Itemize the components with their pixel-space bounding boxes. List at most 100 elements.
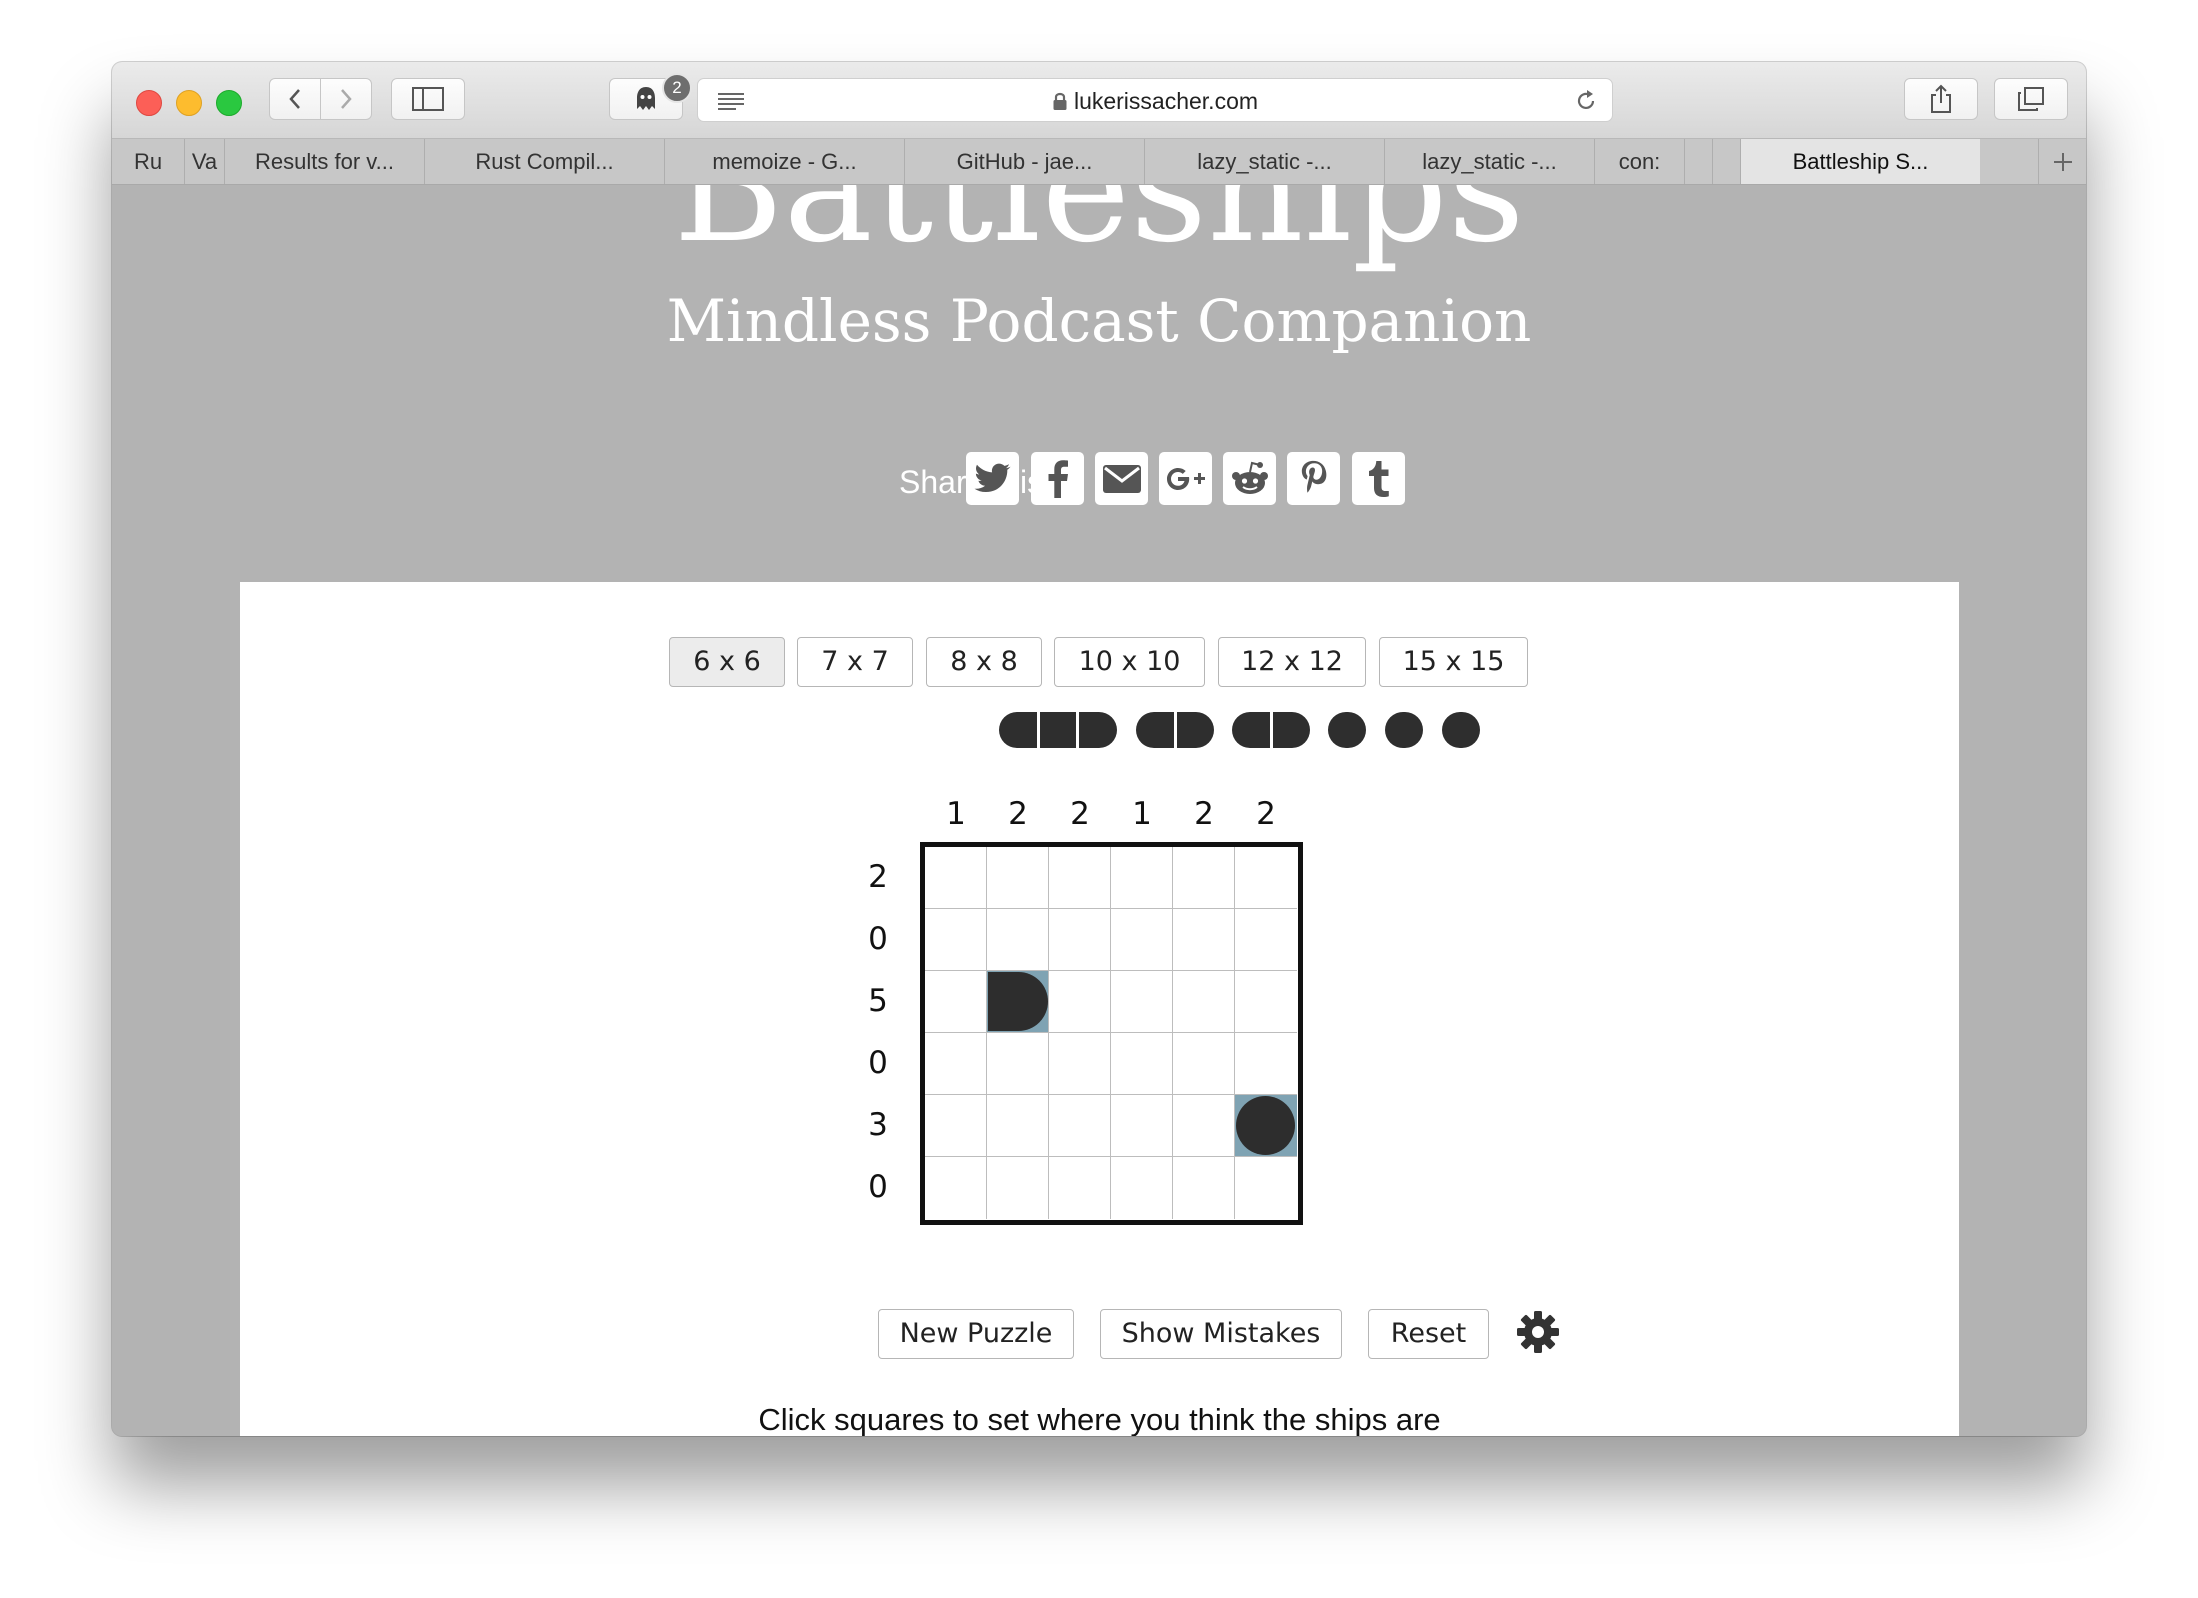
row-count: 2 bbox=[868, 859, 888, 895]
tab-bar: Ru Va Results for v... Rust Compil... me… bbox=[112, 139, 2086, 185]
reddit-icon bbox=[1231, 461, 1268, 494]
forward-button[interactable] bbox=[320, 78, 372, 120]
grid-cell[interactable] bbox=[1111, 1157, 1173, 1219]
browser-toolbar: 2 lukerissacher.com bbox=[112, 62, 2086, 139]
gear-icon[interactable] bbox=[1515, 1309, 1561, 1355]
row-count: 0 bbox=[868, 1169, 888, 1205]
tab-label: con: bbox=[1618, 149, 1661, 174]
reload-icon[interactable] bbox=[1574, 89, 1598, 113]
grid-cell[interactable] bbox=[1173, 1157, 1235, 1219]
share-email-button[interactable] bbox=[1095, 452, 1148, 505]
reset-button[interactable]: Reset bbox=[1368, 1309, 1489, 1359]
pinterest-icon bbox=[1301, 460, 1326, 492]
size-15x15-button[interactable]: 15 x 15 bbox=[1379, 637, 1528, 687]
share-reddit-button[interactable] bbox=[1223, 452, 1276, 505]
grid-cell[interactable] bbox=[1173, 847, 1235, 909]
tab[interactable]: Rust Compil... bbox=[424, 139, 664, 184]
grid-cell[interactable] bbox=[925, 1095, 987, 1157]
grid-cell[interactable] bbox=[1049, 847, 1111, 909]
share-page-button[interactable] bbox=[1904, 78, 1978, 120]
grid-cell[interactable] bbox=[987, 1095, 1049, 1157]
fleet-ship-length-2 bbox=[1232, 712, 1310, 748]
column-count: 1 bbox=[1132, 796, 1152, 832]
tab[interactable]: lazy_static -... bbox=[1144, 139, 1384, 184]
grid-cell[interactable] bbox=[1235, 909, 1297, 971]
grid-cell[interactable] bbox=[1173, 1095, 1235, 1157]
share-pinterest-button[interactable] bbox=[1287, 452, 1340, 505]
address-url: lukerissacher.com bbox=[1073, 88, 1259, 114]
grid-cell[interactable] bbox=[925, 1033, 987, 1095]
grid-cell[interactable] bbox=[1049, 1157, 1111, 1219]
tabs-overview-icon bbox=[2018, 87, 2044, 111]
grid-cell[interactable] bbox=[1235, 1157, 1297, 1219]
tab[interactable]: con: bbox=[1594, 139, 1684, 184]
grid-cell[interactable] bbox=[925, 1157, 987, 1219]
grid-cell[interactable] bbox=[1173, 1033, 1235, 1095]
tab[interactable]: memoize - G... bbox=[664, 139, 904, 184]
tab[interactable] bbox=[1684, 139, 1712, 184]
tab[interactable]: lazy_static -... bbox=[1384, 139, 1594, 184]
new-puzzle-button[interactable]: New Puzzle bbox=[878, 1309, 1074, 1359]
size-6x6-button[interactable]: 6 x 6 bbox=[669, 637, 785, 687]
row-count: 0 bbox=[868, 1045, 888, 1081]
tab[interactable]: Va bbox=[184, 139, 224, 184]
show-tabs-button[interactable] bbox=[1994, 78, 2068, 120]
size-7x7-button[interactable]: 7 x 7 bbox=[797, 637, 913, 687]
column-count: 2 bbox=[1070, 796, 1090, 832]
tab[interactable]: Results for v... bbox=[224, 139, 424, 184]
fleet-ship-length-1 bbox=[1328, 712, 1366, 748]
grid-cell[interactable] bbox=[1173, 909, 1235, 971]
grid-cell[interactable] bbox=[925, 909, 987, 971]
ghostery-extension-button[interactable]: 2 bbox=[609, 73, 692, 120]
size-12x12-button[interactable]: 12 x 12 bbox=[1218, 637, 1366, 687]
grid-cell[interactable] bbox=[1173, 971, 1235, 1033]
sidebar-toggle-button[interactable] bbox=[391, 78, 465, 120]
instructions-text: Click squares to set where you think the… bbox=[758, 1402, 1441, 1436]
grid-cell[interactable] bbox=[1111, 1095, 1173, 1157]
grid-cell[interactable] bbox=[1049, 1033, 1111, 1095]
grid-cell[interactable] bbox=[1235, 847, 1297, 909]
site-subtitle: Mindless Podcast Companion bbox=[666, 287, 1532, 355]
grid-cell[interactable] bbox=[1111, 971, 1173, 1033]
size-10x10-button[interactable]: 10 x 10 bbox=[1054, 637, 1205, 687]
close-window-button[interactable] bbox=[136, 90, 162, 116]
column-count: 2 bbox=[1194, 796, 1214, 832]
column-count: 1 bbox=[946, 796, 966, 832]
grid-cell[interactable] bbox=[1111, 847, 1173, 909]
tab[interactable]: GitHub - jae... bbox=[904, 139, 1144, 184]
grid-cell[interactable] bbox=[1049, 1095, 1111, 1157]
tab-label: Ru bbox=[133, 149, 163, 174]
grid-cell[interactable] bbox=[925, 847, 987, 909]
new-tab-button[interactable] bbox=[2038, 139, 2086, 184]
tab[interactable]: Ru bbox=[112, 139, 184, 184]
browser-window: 2 lukerissacher.com Ru Va Results for v.… bbox=[112, 62, 2086, 1436]
tab-active[interactable]: Battleship S... bbox=[1740, 139, 1980, 184]
plus-icon bbox=[2054, 152, 2072, 171]
grid-cell[interactable] bbox=[1235, 971, 1297, 1033]
address-text-wrap: lukerissacher.com bbox=[698, 79, 1612, 123]
minimize-window-button[interactable] bbox=[176, 90, 202, 116]
email-icon bbox=[1102, 464, 1141, 493]
grid-cell[interactable] bbox=[1235, 1033, 1297, 1095]
address-bar[interactable]: lukerissacher.com bbox=[697, 78, 1613, 122]
zoom-window-button[interactable] bbox=[216, 90, 242, 116]
tab-label: Results for v... bbox=[255, 149, 394, 174]
show-mistakes-button[interactable]: Show Mistakes bbox=[1100, 1309, 1342, 1359]
grid-cell[interactable] bbox=[987, 847, 1049, 909]
back-button[interactable] bbox=[269, 78, 321, 120]
grid-cell[interactable] bbox=[1049, 971, 1111, 1033]
grid-cell[interactable] bbox=[925, 971, 987, 1033]
grid-cell[interactable] bbox=[1111, 909, 1173, 971]
lock-icon bbox=[1053, 92, 1067, 110]
share-facebook-button[interactable] bbox=[1031, 452, 1084, 505]
share-google-plus-button[interactable] bbox=[1159, 452, 1212, 505]
grid-cell[interactable] bbox=[987, 1157, 1049, 1219]
grid-cell[interactable] bbox=[987, 909, 1049, 971]
share-tumblr-button[interactable] bbox=[1352, 452, 1405, 505]
grid-cell[interactable] bbox=[987, 1033, 1049, 1095]
grid-cell[interactable] bbox=[1111, 1033, 1173, 1095]
grid-cell[interactable] bbox=[1049, 909, 1111, 971]
size-8x8-button[interactable]: 8 x 8 bbox=[926, 637, 1042, 687]
tab[interactable] bbox=[1712, 139, 1740, 184]
share-twitter-button[interactable] bbox=[966, 452, 1019, 505]
